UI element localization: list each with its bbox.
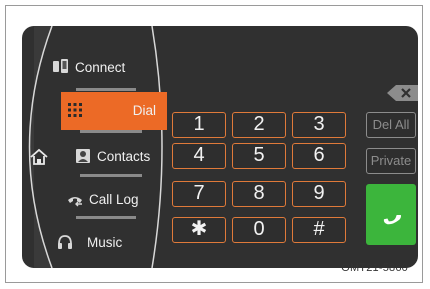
- menu-item-label: Music: [87, 234, 123, 250]
- menu-item-label: Call Log: [89, 191, 139, 207]
- key-3[interactable]: 3: [292, 112, 346, 138]
- key-hash[interactable]: #: [292, 217, 346, 243]
- menu-item-label: Connect: [75, 59, 126, 75]
- call-icon: [383, 214, 402, 224]
- figure-caption: OMT21-5860: [341, 262, 408, 274]
- menu-item-dial[interactable]: Dial: [66, 93, 162, 127]
- call-log-icon: [68, 197, 82, 207]
- menu-item-connect[interactable]: Connect: [52, 50, 125, 84]
- key-6[interactable]: 6: [292, 143, 346, 169]
- key-star[interactable]: ✱: [172, 217, 226, 243]
- menu-divider: [80, 174, 142, 177]
- menu-divider: [76, 88, 136, 91]
- menu-item-label: Dial: [132, 102, 156, 118]
- key-7[interactable]: 7: [172, 181, 226, 207]
- key-2[interactable]: 2: [232, 112, 286, 138]
- home-icon[interactable]: [28, 146, 50, 168]
- del-all-button[interactable]: Del All: [366, 112, 416, 138]
- menu-divider: [76, 216, 136, 219]
- menu-item-contacts[interactable]: Contacts: [74, 139, 150, 173]
- call-button[interactable]: [366, 184, 416, 245]
- backspace-icon[interactable]: [386, 84, 418, 102]
- menu-item-label: Contacts: [97, 148, 151, 164]
- key-1[interactable]: 1: [172, 112, 226, 138]
- key-8[interactable]: 8: [232, 181, 286, 207]
- menu-item-music[interactable]: Music: [56, 225, 122, 259]
- phone-screen: Connect Dial Contacts Call Log Music 1 2…: [22, 26, 418, 268]
- contacts-icon: [76, 149, 90, 163]
- private-button[interactable]: Private: [366, 148, 416, 174]
- menu-divider: [80, 130, 142, 133]
- key-0[interactable]: 0: [232, 217, 286, 243]
- keypad-icon: [68, 103, 82, 117]
- key-5[interactable]: 5: [232, 143, 286, 169]
- menu-item-call-log[interactable]: Call Log: [66, 182, 139, 216]
- figure-frame: Connect Dial Contacts Call Log Music 1 2…: [5, 5, 423, 283]
- key-9[interactable]: 9: [292, 181, 346, 207]
- phone-connect-icon: [53, 59, 68, 73]
- key-4[interactable]: 4: [172, 143, 226, 169]
- headphones-icon: [58, 235, 72, 249]
